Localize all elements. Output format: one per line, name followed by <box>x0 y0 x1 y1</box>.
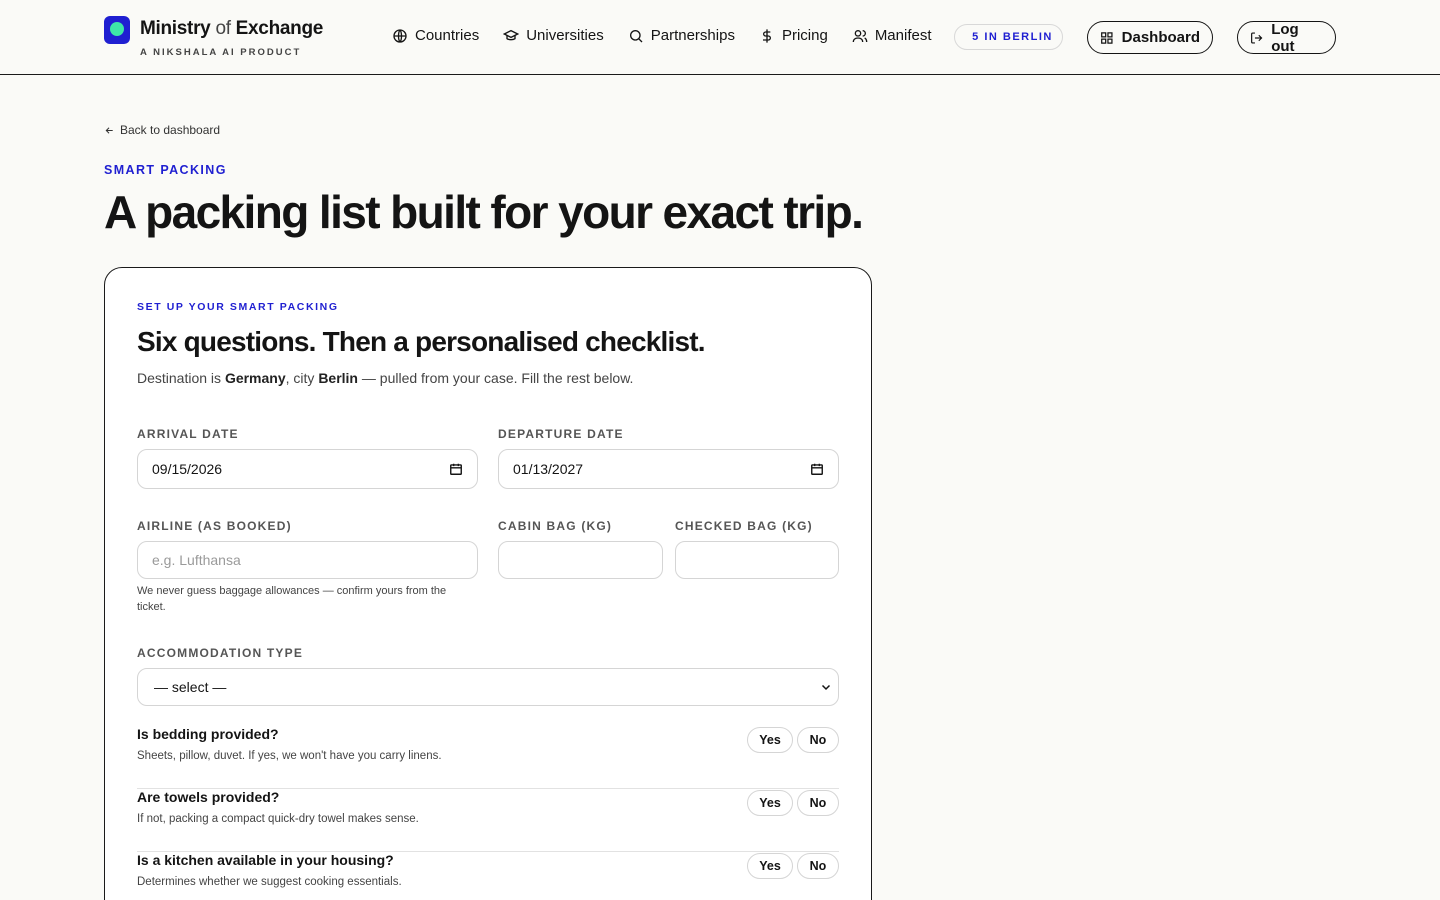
question-title: Are towels provided? <box>137 789 280 805</box>
brand-name[interactable]: Ministry of Exchange <box>140 18 323 40</box>
card-title: Six questions. Then a personalised check… <box>137 326 706 357</box>
dashboard-label: Dashboard <box>1121 29 1200 46</box>
arrival-date-input[interactable]: 09/15/2026 <box>137 449 478 489</box>
dollar-icon <box>762 28 771 43</box>
cabin-bag-label: CABIN BAG (KG) <box>498 519 613 533</box>
checked-bag-input[interactable] <box>675 541 839 579</box>
back-label: Back to dashboard <box>120 123 221 137</box>
nav-partnerships[interactable]: Partnerships <box>628 27 735 44</box>
graduation-cap-icon <box>503 29 520 40</box>
departure-date-value: 01/13/2027 <box>513 461 584 477</box>
cabin-bag-input[interactable] <box>498 541 663 579</box>
desc-suffix: — pulled from your case. Fill the rest b… <box>358 370 634 386</box>
users-icon <box>852 29 868 42</box>
nav-countries[interactable]: Countries <box>392 27 479 44</box>
bedding-yes-button[interactable]: Yes <box>747 727 793 753</box>
departure-date-input[interactable]: 01/13/2027 <box>498 449 839 489</box>
card-eyebrow: SET UP YOUR SMART PACKING <box>137 301 339 313</box>
bedding-no-button[interactable]: No <box>797 727 839 753</box>
nav-pricing[interactable]: Pricing <box>759 27 828 44</box>
top-navigation-bar: Ministry of Exchange A NIKSHALA AI PRODU… <box>0 0 1440 75</box>
destination-country: Germany <box>224 370 286 386</box>
page-eyebrow: SMART PACKING <box>104 163 227 177</box>
arrival-date-label: ARRIVAL DATE <box>137 427 239 441</box>
question-towels: Are towels provided? If not, packing a c… <box>137 789 839 852</box>
question-subtitle: If not, packing a compact quick-dry towe… <box>137 813 419 825</box>
airline-input[interactable]: e.g. Lufthansa <box>137 541 478 579</box>
page-title: A packing list built for your exact trip… <box>104 186 864 238</box>
brand-word-of: of <box>215 18 231 39</box>
nav-partnerships-label: Partnerships <box>650 27 735 44</box>
departure-date-label: DEPARTURE DATE <box>498 427 624 441</box>
question-bedding: Is bedding provided? Sheets, pillow, duv… <box>137 726 839 789</box>
brand-word-exchange: Exchange <box>235 18 324 39</box>
card-description: Destination is Germany, city Berlin — pu… <box>137 370 633 386</box>
nav-universities-label: Universities <box>526 27 604 44</box>
nav-countries-label: Countries <box>415 27 480 44</box>
airline-placeholder: e.g. Lufthansa <box>152 552 241 568</box>
nav-universities[interactable]: Universities <box>503 27 604 44</box>
main-nav: Countries Universities Partnerships Pric… <box>392 27 932 44</box>
packing-setup-card: SET UP YOUR SMART PACKING Six questions.… <box>104 267 872 900</box>
city-count-badge[interactable]: 5 IN BERLIN <box>954 24 1063 50</box>
calendar-icon[interactable] <box>810 462 824 476</box>
question-title: Is a kitchen available in your housing? <box>137 852 394 868</box>
desc-prefix: Destination is <box>137 370 225 386</box>
towels-yes-button[interactable]: Yes <box>747 790 793 816</box>
question-kitchen: Is a kitchen available in your housing? … <box>137 852 839 900</box>
towels-no-button[interactable]: No <box>797 790 839 816</box>
kitchen-no-button[interactable]: No <box>797 853 839 879</box>
accommodation-label: ACCOMMODATION TYPE <box>137 646 304 660</box>
logout-button[interactable]: Log out <box>1237 20 1336 55</box>
question-subtitle: Sheets, pillow, duvet. If yes, we won't … <box>137 750 442 762</box>
arrival-date-value: 09/15/2026 <box>152 461 223 477</box>
logout-label: Log out <box>1271 20 1299 55</box>
brand-word-ministry: Ministry <box>140 18 211 39</box>
arrow-left-icon <box>105 126 113 134</box>
destination-city: Berlin <box>318 370 358 386</box>
search-icon <box>629 29 643 42</box>
logout-icon <box>1251 31 1263 44</box>
dashboard-button[interactable]: Dashboard <box>1087 21 1213 54</box>
nav-manifest-label: Manifest <box>874 27 932 44</box>
accommodation-value: — select — <box>154 679 227 695</box>
accommodation-select[interactable]: — select — <box>137 668 839 706</box>
baggage-hint: We never guess baggage allowances — conf… <box>137 585 447 613</box>
globe-icon <box>393 28 407 43</box>
brand-tagline: A NIKSHALA AI PRODUCT <box>140 47 302 58</box>
airline-label: AIRLINE (AS BOOKED) <box>137 519 292 533</box>
question-title: Is bedding provided? <box>137 726 279 742</box>
logo-dot <box>110 22 124 36</box>
kitchen-yes-button[interactable]: Yes <box>747 853 793 879</box>
back-to-dashboard-link[interactable]: Back to dashboard <box>104 123 220 137</box>
calendar-icon[interactable] <box>449 462 463 476</box>
grid-icon <box>1101 31 1113 44</box>
nav-pricing-label: Pricing <box>781 27 828 44</box>
logo-icon[interactable] <box>104 16 130 44</box>
nav-manifest[interactable]: Manifest <box>852 27 932 44</box>
chevron-down-icon <box>821 684 831 691</box>
question-subtitle: Determines whether we suggest cooking es… <box>137 876 402 888</box>
checked-bag-label: CHECKED BAG (KG) <box>675 519 813 533</box>
desc-mid: , city <box>285 370 319 386</box>
